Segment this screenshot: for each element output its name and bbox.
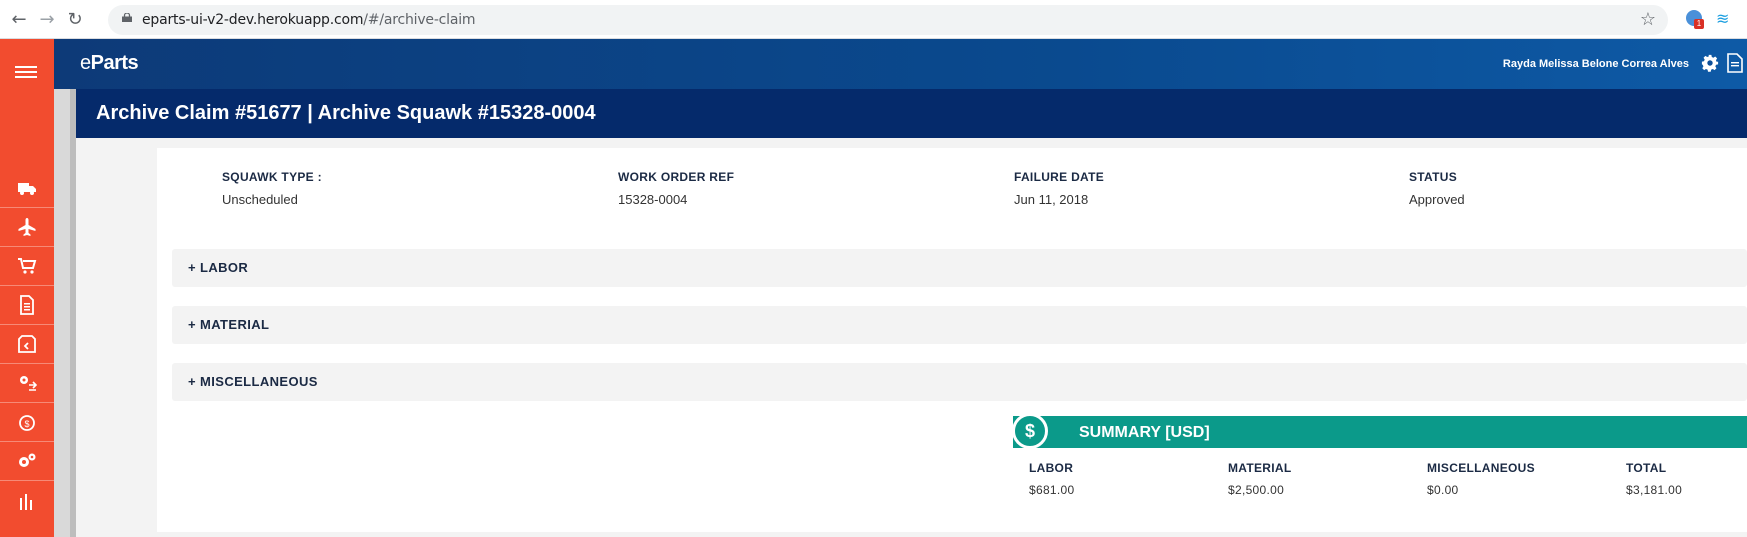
gear-icon[interactable] xyxy=(1701,54,1719,72)
sidebar-shadow xyxy=(54,39,76,537)
failure-date-label: FAILURE DATE xyxy=(1014,170,1105,184)
sidebar-item-returns[interactable] xyxy=(0,325,54,364)
summary-total: TOTAL $3,181.00 xyxy=(1626,461,1682,497)
app-header: eParts Rayda Melissa Belone Correa Alves xyxy=(54,39,1747,89)
summary-title: SUMMARY [USD] xyxy=(1079,424,1210,441)
svg-text:$: $ xyxy=(24,419,29,429)
sidebar-item-cart[interactable] xyxy=(0,247,54,286)
summary-total-value: $3,181.00 xyxy=(1626,483,1683,497)
sidebar-item-documents[interactable] xyxy=(0,286,54,325)
failure-date-value: Jun 11, 2018 xyxy=(1014,192,1089,207)
work-order-label: WORK ORDER REF xyxy=(618,170,735,184)
lock-icon xyxy=(122,13,132,22)
reload-icon[interactable]: ↻ xyxy=(64,9,86,31)
material-section-toggle[interactable]: + MATERIAL xyxy=(172,306,1747,344)
sidebar-item-shipping[interactable] xyxy=(0,169,54,208)
sidebar-item-exchange[interactable] xyxy=(0,364,54,403)
url-text: eparts-ui-v2-dev.herokuapp.com/#/archive… xyxy=(142,12,476,28)
summary-misc: MISCELLANEOUS $0.00 xyxy=(1427,461,1535,497)
labor-section-label: + LABOR xyxy=(188,260,249,275)
page-title: Archive Claim #51677 | Archive Squawk #1… xyxy=(96,102,596,124)
misc-section-toggle[interactable]: + MISCELLANEOUS xyxy=(172,363,1747,401)
sidebar-item-reports[interactable] xyxy=(0,481,54,519)
summary-labor: LABOR $681.00 xyxy=(1029,461,1074,497)
misc-section-label: + MISCELLANEOUS xyxy=(188,374,318,389)
summary-material-value: $2,500.00 xyxy=(1228,483,1285,497)
dollar-icon: $ xyxy=(1012,413,1048,449)
forward-icon[interactable]: → xyxy=(36,9,58,31)
chart-icon xyxy=(20,494,32,510)
page-title-bar: Archive Claim #51677 | Archive Squawk #1… xyxy=(76,89,1747,138)
squawk-type-field: SQUAWK TYPE : Unscheduled xyxy=(222,170,322,207)
squawk-type-value: Unscheduled xyxy=(222,192,298,207)
summary-misc-value: $0.00 xyxy=(1427,483,1459,497)
work-order-value: 15328-0004 xyxy=(618,192,688,207)
summary-material: MATERIAL $2,500.00 xyxy=(1228,461,1292,497)
airplane-icon xyxy=(18,218,36,236)
sidebar-item-billing[interactable]: $ xyxy=(0,403,54,442)
truck-icon xyxy=(18,183,36,195)
bookmark-star-icon[interactable]: ☆ xyxy=(1640,9,1656,30)
summary-labor-value: $681.00 xyxy=(1029,483,1075,497)
brand-logo[interactable]: eParts xyxy=(80,52,139,75)
status-label: STATUS xyxy=(1409,170,1458,184)
status-value: Approved xyxy=(1409,192,1465,207)
sidebar: $ xyxy=(0,39,54,537)
extension-feather-icon[interactable]: ≋ xyxy=(1716,11,1732,27)
claim-card: SQUAWK TYPE : Unscheduled WORK ORDER REF… xyxy=(157,148,1747,532)
work-order-field: WORK ORDER REF 15328-0004 xyxy=(618,170,734,207)
extension-badge: 1 xyxy=(1694,19,1704,29)
summary-labor-label: LABOR xyxy=(1029,461,1074,475)
address-bar[interactable]: eparts-ui-v2-dev.herokuapp.com/#/archive… xyxy=(108,5,1668,35)
box-return-icon xyxy=(18,335,36,353)
sidebar-item-aircraft[interactable] xyxy=(0,208,54,247)
material-section-label: + MATERIAL xyxy=(188,317,270,332)
squawk-type-label: SQUAWK TYPE : xyxy=(222,170,322,184)
summary-total-label: TOTAL xyxy=(1626,461,1667,475)
browser-toolbar: ← → ↻ eparts-ui-v2-dev.herokuapp.com/#/a… xyxy=(0,0,1747,39)
gears-icon xyxy=(19,453,36,467)
summary-material-label: MATERIAL xyxy=(1228,461,1292,475)
summary-misc-label: MISCELLANEOUS xyxy=(1427,461,1535,475)
gear-exchange-icon xyxy=(20,376,37,391)
labor-section-toggle[interactable]: + LABOR xyxy=(172,249,1747,287)
menu-icon[interactable] xyxy=(15,66,37,82)
status-field: STATUS Approved xyxy=(1409,170,1465,207)
cart-icon xyxy=(18,258,37,274)
document-icon xyxy=(20,295,34,315)
user-name[interactable]: Rayda Melissa Belone Correa Alves xyxy=(1503,58,1689,70)
dollar-cycle-icon: $ xyxy=(19,415,35,431)
back-icon[interactable]: ← xyxy=(8,9,30,31)
sidebar-item-settings[interactable] xyxy=(0,442,54,481)
failure-date-field: FAILURE DATE Jun 11, 2018 xyxy=(1014,170,1104,207)
document-icon[interactable] xyxy=(1727,53,1743,73)
